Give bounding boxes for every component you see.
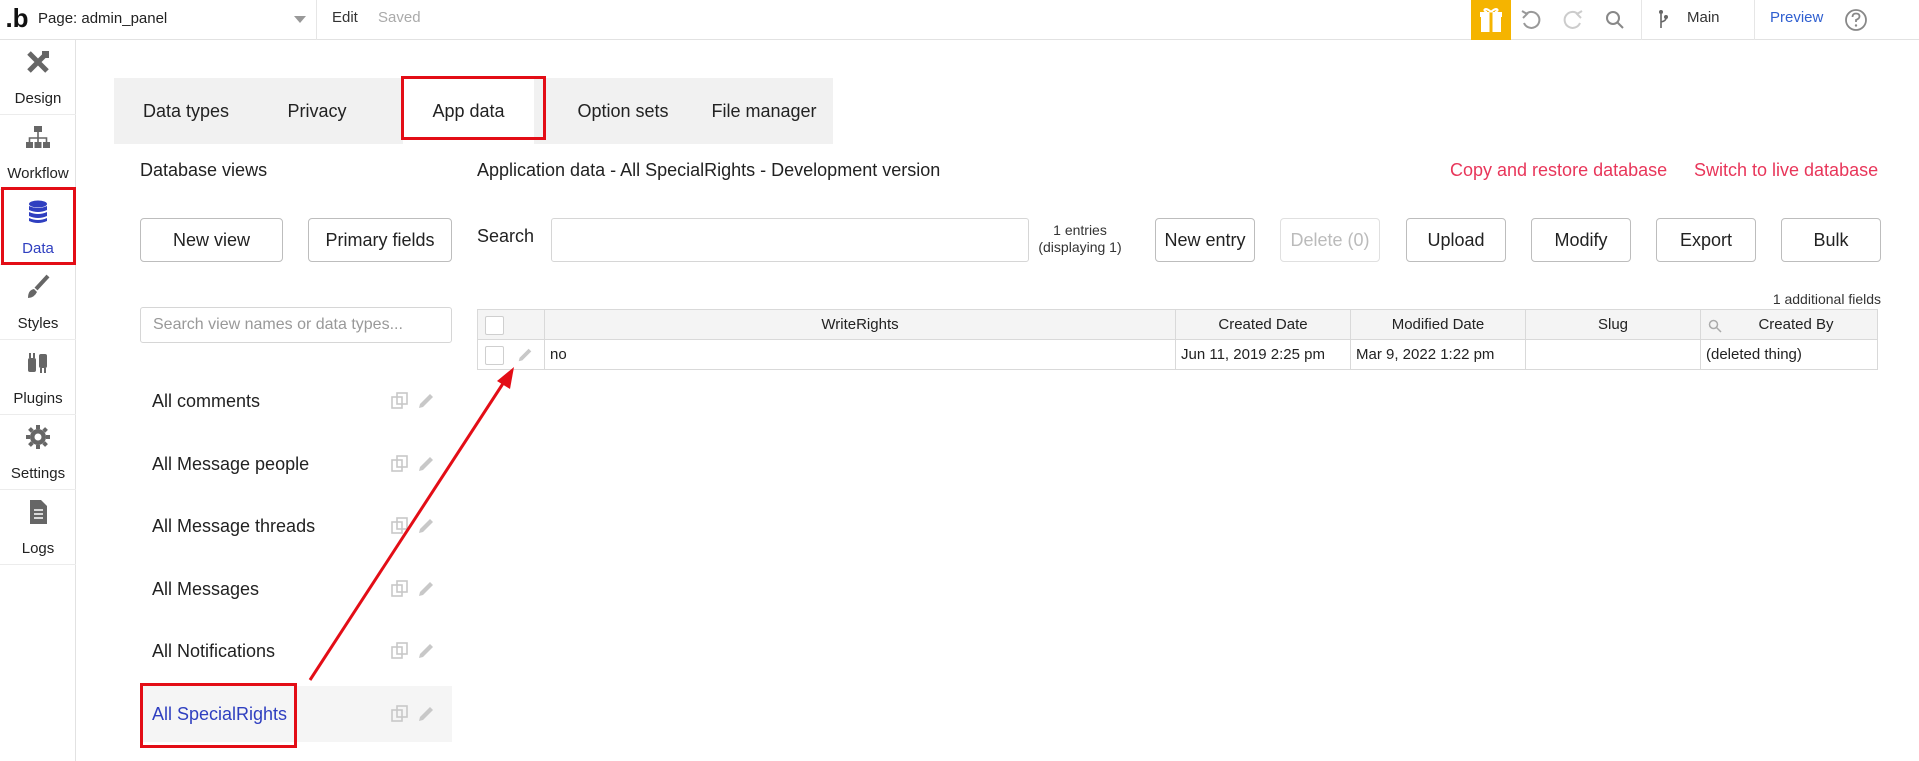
annotation-arrow — [308, 367, 514, 681]
